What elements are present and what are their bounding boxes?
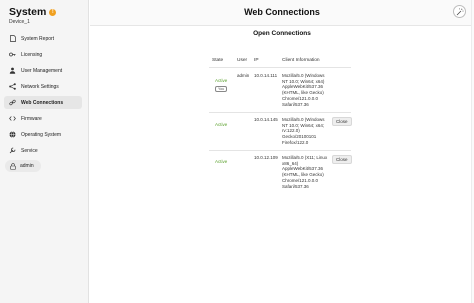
network-icon xyxy=(9,83,16,90)
magic-wand-icon xyxy=(456,8,464,16)
column-header-user: User xyxy=(237,58,248,63)
table-divider xyxy=(209,150,351,151)
current-session-badge: You xyxy=(215,85,228,93)
code-icon xyxy=(9,115,16,122)
sidebar-item-firmware[interactable]: Firmware xyxy=(4,112,82,125)
app-title-group: System ! xyxy=(9,6,57,18)
table-divider xyxy=(209,67,351,68)
table-row-client-info: Mozilla/5.0 (Windows NT 10.0; Win64; x64… xyxy=(282,73,332,107)
magic-wand-button[interactable] xyxy=(453,5,466,18)
sidebar-item-label: Service xyxy=(21,147,38,154)
app-title: System xyxy=(9,6,47,18)
sidebar-item-network-settings[interactable]: Network Settings xyxy=(4,80,82,93)
sidebar-item-label: User Management xyxy=(21,67,63,74)
table-row-client-info: Mozilla/5.0 (Windows NT 10.0; Win64; x64… xyxy=(282,117,332,146)
user-name: admin xyxy=(20,163,34,169)
close-connection-button[interactable]: Close xyxy=(332,155,352,164)
sidebar-item-label: Firmware xyxy=(21,115,42,122)
warning-icon[interactable]: ! xyxy=(49,8,57,16)
lock-icon xyxy=(10,162,16,170)
wrench-icon xyxy=(9,147,16,154)
client-info-line: Safari/537.36 xyxy=(282,101,309,107)
client-info-line: Mozilla/5.0 (Windows xyxy=(282,117,325,122)
table-row-ip: 10.0.14.145 xyxy=(254,117,278,122)
table-row-state: Active xyxy=(215,122,228,127)
sidebar-item-label: Network Settings xyxy=(21,83,59,90)
close-connection-button[interactable]: Close xyxy=(332,117,352,126)
table-row-state: Active You xyxy=(215,78,235,93)
sidebar: System ! Device_1 System Report Licensin… xyxy=(0,0,89,303)
sidebar-item-system-report[interactable]: System Report xyxy=(4,32,82,45)
section-title: Open Connections xyxy=(253,30,311,37)
link-icon xyxy=(9,99,16,106)
client-info-line: Firefox/122.0 xyxy=(282,139,309,145)
sidebar-item-licensing[interactable]: Licensing xyxy=(4,48,82,61)
user-icon xyxy=(9,67,16,74)
device-name: Device_1 xyxy=(9,19,30,25)
column-header-state: State xyxy=(212,58,224,63)
client-info-line: Mozilla/5.0 (X11; Linux xyxy=(282,155,328,160)
table-divider xyxy=(209,112,351,113)
key-icon xyxy=(9,51,16,58)
table-row-user: admin xyxy=(237,73,250,78)
column-header-client-information: Client Information xyxy=(282,58,320,63)
table-row-state: Active xyxy=(215,159,228,164)
sidebar-item-label: Operating System xyxy=(21,131,62,138)
sidebar-item-operating-system[interactable]: Operating System xyxy=(4,128,82,141)
sidebar-item-web-connections[interactable]: Web Connections xyxy=(4,96,82,109)
globe-icon xyxy=(9,131,16,138)
sidebar-item-user-management[interactable]: User Management xyxy=(4,64,82,77)
sidebar-item-label: Web Connections xyxy=(21,99,64,106)
table-row-ip: 10.0.14.111 xyxy=(254,73,278,78)
table-row-ip: 10.0.12.109 xyxy=(254,155,278,160)
sidebar-item-label: Licensing xyxy=(21,51,43,58)
page-title: Web Connections xyxy=(244,7,320,17)
client-info-line: Mozilla/5.0 (Windows xyxy=(282,73,325,78)
client-info-line: Safari/537.36 xyxy=(282,183,309,189)
sidebar-item-label: System Report xyxy=(21,35,55,42)
column-header-ip: IP xyxy=(254,58,259,63)
table-row-client-info: Mozilla/5.0 (X11; Linux x86_64) AppleWeb… xyxy=(282,155,332,189)
page-header: Web Connections xyxy=(90,0,474,26)
file-icon xyxy=(9,35,16,42)
state-active-label: Active xyxy=(215,78,228,83)
user-account-chip[interactable]: admin xyxy=(5,160,41,172)
sidebar-item-service[interactable]: Service xyxy=(4,144,82,157)
